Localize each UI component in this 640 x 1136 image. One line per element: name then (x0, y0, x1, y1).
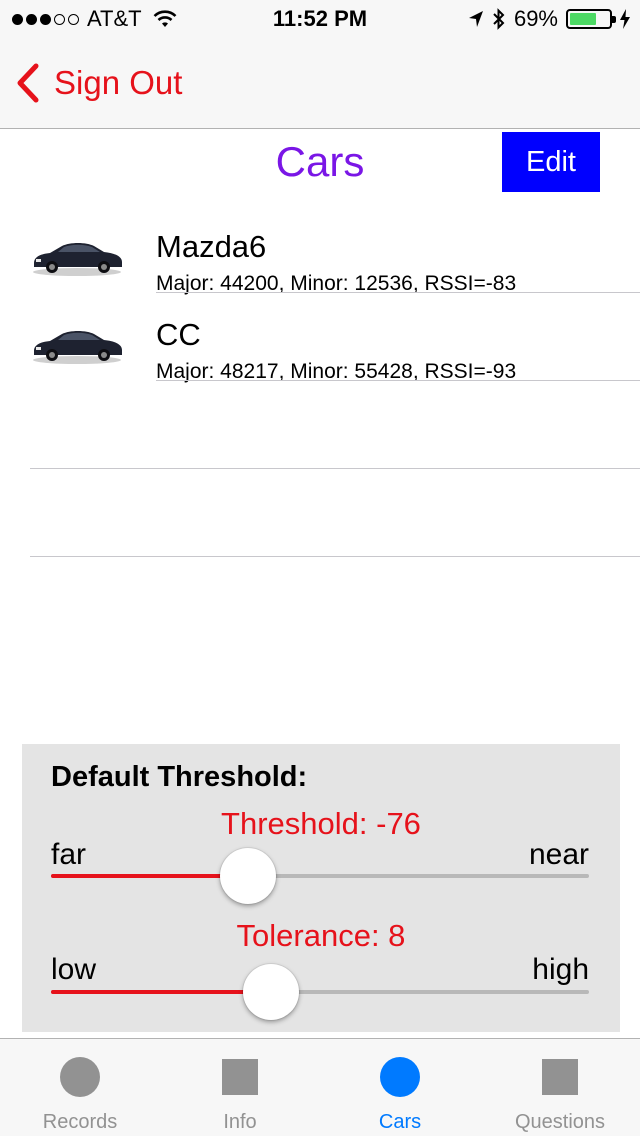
sign-out-button[interactable]: Sign Out (14, 62, 182, 104)
threshold-slider[interactable] (51, 848, 589, 904)
chevron-left-icon (17, 63, 39, 103)
tab-records[interactable]: Records (0, 1039, 160, 1136)
cars-circle-icon (380, 1057, 420, 1097)
battery-icon (566, 9, 616, 29)
sign-out-label: Sign Out (54, 64, 183, 101)
car-icon (33, 331, 122, 364)
car-list: Mazda6 Major: 44200, Minor: 12536, RSSI=… (0, 205, 640, 557)
battery-percent: 69% (513, 6, 558, 31)
car-icon (33, 243, 122, 276)
battery-level (570, 13, 597, 25)
charging-bolt-icon (620, 9, 630, 29)
panel-title: Default Threshold: (51, 761, 308, 793)
tab-label: Records (42, 1111, 118, 1133)
tolerance-slider-thumb[interactable] (243, 964, 300, 1020)
navigation-bar: Sign Out (0, 40, 640, 129)
threshold-slider-fill (51, 874, 248, 878)
car-name: Mazda6 (156, 229, 267, 264)
tolerance-min-label: low (51, 953, 97, 986)
bluetooth-icon (493, 8, 505, 30)
car-name: CC (156, 317, 201, 352)
empty-list-row (0, 469, 640, 557)
questions-square-icon (542, 1059, 578, 1095)
tolerance-slider[interactable] (51, 964, 589, 1020)
status-right: 69% (468, 6, 630, 32)
tab-label: Cars (378, 1111, 422, 1133)
tab-questions[interactable]: Questions (480, 1039, 640, 1136)
list-item[interactable]: CC Major: 48217, Minor: 55428, RSSI=-93 (0, 293, 640, 383)
tab-label: Questions (514, 1111, 606, 1133)
threshold-min-label: far (51, 838, 87, 871)
empty-list-row (0, 381, 640, 469)
threshold-panel: Default Threshold: Threshold: -76 far ne… (22, 744, 620, 1032)
tab-info[interactable]: Info (160, 1039, 320, 1136)
tolerance-value-label: Tolerance: 8 (236, 918, 406, 953)
tolerance-slider-fill (51, 990, 272, 994)
edit-button[interactable]: Edit (502, 132, 600, 192)
row-divider (30, 556, 640, 557)
location-arrow-icon (468, 11, 483, 27)
tolerance-max-label: high (532, 953, 589, 986)
tab-bar: Records Info Cars Questions (0, 1038, 640, 1136)
tab-label: Info (223, 1111, 257, 1133)
threshold-max-label: near (528, 838, 589, 871)
records-circle-icon (60, 1057, 100, 1097)
status-bar: AT&T 11:52 PM 69% (0, 0, 640, 40)
tab-cars[interactable]: Cars (320, 1039, 480, 1136)
threshold-slider-thumb[interactable] (219, 848, 276, 904)
info-square-icon (222, 1059, 258, 1095)
list-item[interactable]: Mazda6 Major: 44200, Minor: 12536, RSSI=… (0, 205, 640, 295)
threshold-value-label: Threshold: -76 (221, 806, 421, 841)
